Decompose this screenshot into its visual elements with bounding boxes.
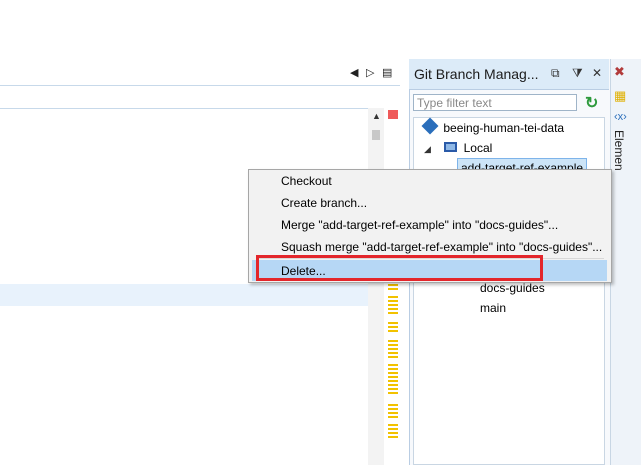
menu-item-squash-merge[interactable]: Squash merge "add-target-ref-example" in…: [281, 240, 602, 254]
warning-marker-icon[interactable]: [388, 380, 398, 382]
branch-label: main: [480, 301, 507, 315]
warning-marker-icon[interactable]: [388, 344, 398, 346]
warning-marker-icon[interactable]: [388, 330, 398, 332]
tree-item-branch[interactable]: main: [480, 299, 506, 317]
warning-marker-icon[interactable]: [388, 368, 398, 370]
warning-marker-icon[interactable]: [388, 352, 398, 354]
collapse-arrow-icon[interactable]: ◢: [424, 144, 431, 154]
tab-list-icon[interactable]: ▤: [382, 66, 392, 80]
scrollbar-thumb[interactable]: [372, 130, 380, 140]
warning-marker-icon[interactable]: [388, 356, 398, 358]
pin-icon[interactable]: ⧩: [572, 66, 583, 81]
warning-marker-icon[interactable]: [388, 428, 398, 430]
computer-icon: [444, 142, 458, 152]
editor-tab-bar-divider: [0, 85, 400, 86]
warning-marker-icon[interactable]: [388, 308, 398, 310]
repository-label: beeing-human-tei-data: [443, 121, 565, 135]
warning-marker-icon[interactable]: [388, 288, 398, 290]
git-repository-icon: [421, 117, 439, 135]
warning-marker-icon[interactable]: [388, 412, 398, 414]
tree-item-repository[interactable]: beeing-human-tei-data: [421, 117, 565, 137]
scroll-up-arrow-icon[interactable]: ▲: [372, 111, 381, 121]
warning-marker-icon[interactable]: [388, 388, 398, 390]
error-marker-icon[interactable]: [388, 110, 398, 119]
warning-marker-icon[interactable]: [388, 322, 398, 324]
menu-item-merge[interactable]: Merge "add-target-ref-example" into "doc…: [281, 218, 558, 232]
warning-marker-icon[interactable]: [388, 312, 398, 314]
minimize-icon[interactable]: ⧉: [551, 66, 560, 81]
refresh-icon[interactable]: ↻: [585, 93, 598, 113]
warning-marker-icon[interactable]: [388, 432, 398, 434]
warning-marker-icon[interactable]: [388, 348, 398, 350]
warning-marker-icon[interactable]: [388, 424, 398, 426]
annotation-highlight-box: [256, 255, 543, 281]
local-label: Local: [463, 141, 493, 155]
branch-label: docs-guides: [480, 281, 545, 295]
warning-marker-icon[interactable]: [388, 284, 398, 286]
elements-view-tab[interactable]: Elemen: [612, 130, 626, 171]
tools-icon[interactable]: ✖: [614, 64, 625, 80]
warning-marker-icon[interactable]: [388, 384, 398, 386]
warning-marker-icon[interactable]: [388, 408, 398, 410]
warning-marker-icon[interactable]: [388, 304, 398, 306]
warning-marker-icon[interactable]: [388, 340, 398, 342]
editor-vertical-scrollbar[interactable]: [368, 108, 384, 465]
prev-tab-icon[interactable]: ◀: [350, 66, 358, 80]
warning-marker-icon[interactable]: [388, 392, 398, 394]
menu-item-create-branch[interactable]: Create branch...: [281, 196, 367, 210]
warning-marker-icon[interactable]: [388, 364, 398, 366]
warning-marker-icon[interactable]: [388, 296, 398, 298]
current-line-highlight: [0, 284, 368, 306]
warning-marker-icon[interactable]: [388, 376, 398, 378]
variables-icon[interactable]: ‹x›: [614, 111, 627, 123]
warning-marker-icon[interactable]: [388, 300, 398, 302]
warning-marker-icon[interactable]: [388, 404, 398, 406]
panel-title[interactable]: Git Branch Manag...: [414, 66, 539, 82]
warning-marker-icon[interactable]: [388, 416, 398, 418]
tree-item-local[interactable]: ◢ Local: [424, 139, 492, 157]
warning-marker-icon[interactable]: [388, 436, 398, 438]
outline-icon[interactable]: ▦: [614, 88, 626, 104]
warning-marker-icon[interactable]: [388, 372, 398, 374]
menu-item-checkout[interactable]: Checkout: [281, 174, 332, 188]
close-icon[interactable]: ✕: [592, 66, 602, 80]
next-tab-icon[interactable]: ▷: [366, 66, 374, 80]
branch-filter-input[interactable]: [413, 94, 577, 111]
warning-marker-icon[interactable]: [388, 326, 398, 328]
